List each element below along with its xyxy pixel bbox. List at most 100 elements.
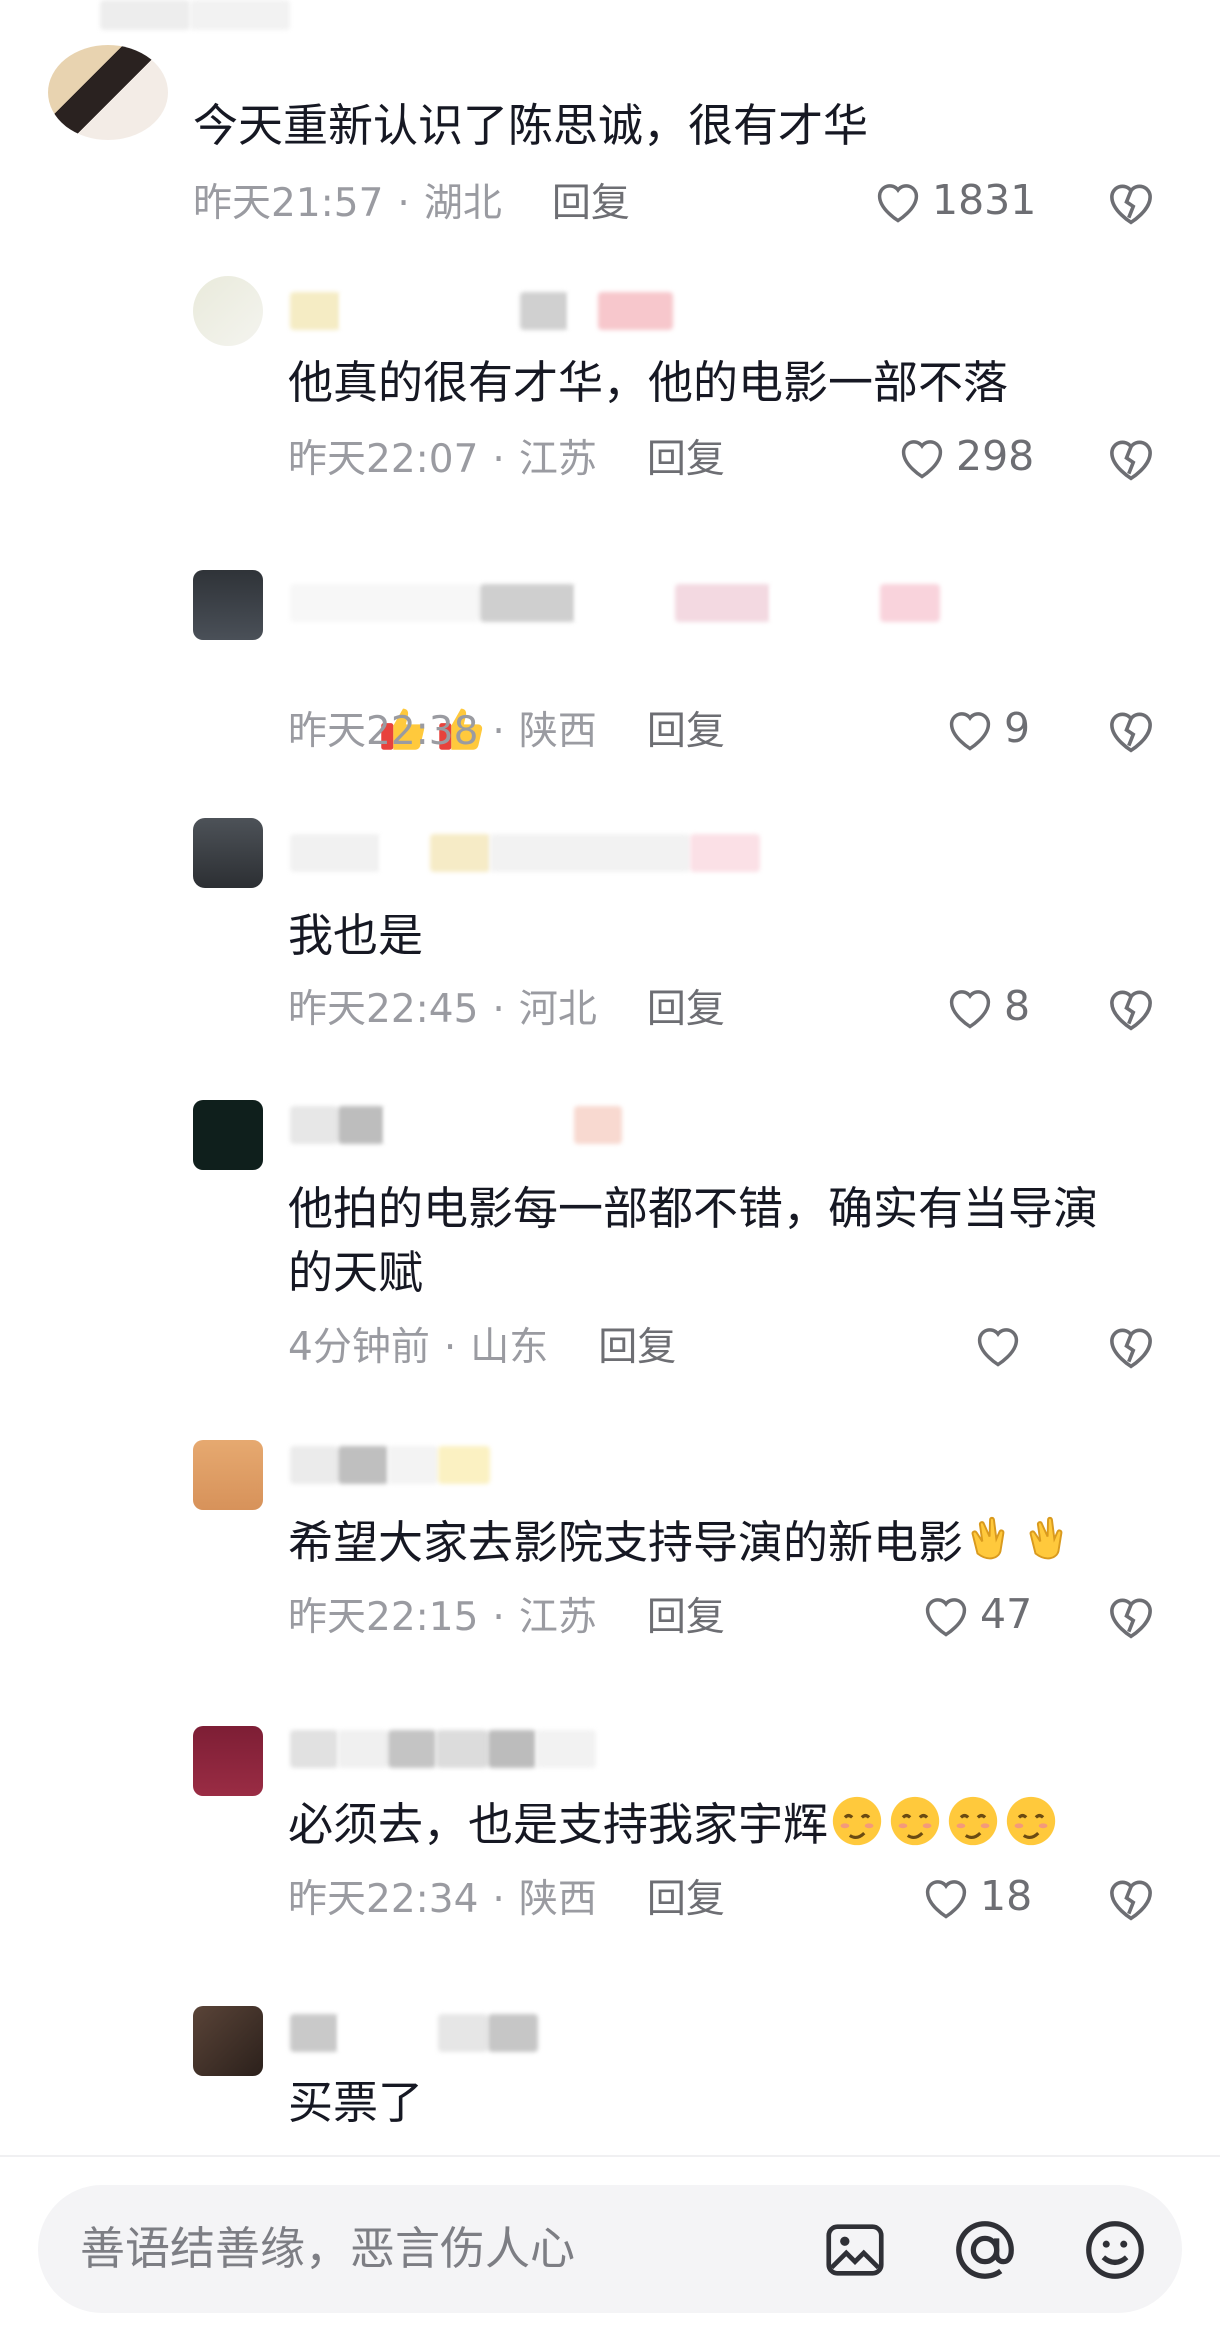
comment-text: 希望大家去影院支持导演的新电影 — [288, 1510, 1079, 1576]
broken-heart-icon[interactable] — [1104, 704, 1158, 754]
comment-time: 昨天21:57 — [193, 181, 384, 226]
separator: · — [492, 437, 505, 482]
shy-emoji — [948, 1796, 998, 1846]
avatar[interactable] — [193, 1100, 263, 1170]
comment-item: 今天重新认识了陈思诚，很有才华 昨天21:57 · 湖北 回复 1831 — [0, 0, 1220, 270]
like-button[interactable]: 9 — [944, 704, 1030, 752]
username-blurred[interactable] — [290, 1446, 490, 1484]
like-button[interactable]: 18 — [920, 1872, 1032, 1920]
broken-heart-icon[interactable] — [1104, 176, 1158, 226]
comment-text: 他真的很有才华，他的电影一部不落 — [288, 356, 1009, 409]
clapping-emoji — [1029, 1516, 1063, 1560]
like-button[interactable]: 8 — [944, 982, 1030, 1030]
comment-text: 我也是 — [288, 909, 424, 962]
avatar[interactable] — [193, 276, 263, 346]
heart-icon — [949, 712, 991, 751]
at-icon[interactable] — [950, 2215, 1020, 2285]
comment-meta: 昨天22:38 · 陕西 回复 — [288, 708, 725, 756]
shy-emoji — [832, 1796, 882, 1846]
comment-text: 必须去，也是支持我家宇辉 — [288, 1792, 1060, 1858]
comment-location: 江苏 — [518, 437, 597, 482]
like-count: 9 — [1004, 704, 1031, 752]
avatar[interactable] — [193, 1726, 263, 1796]
reply-button[interactable]: 回复 — [647, 436, 725, 484]
username-blurred[interactable] — [290, 834, 760, 872]
like-count: 47 — [980, 1590, 1033, 1638]
broken-heart-icon[interactable] — [1104, 982, 1158, 1032]
separator: · — [492, 987, 505, 1032]
username-blurred[interactable] — [290, 584, 940, 622]
comment-meta: 昨天22:45 · 河北 回复 — [288, 986, 725, 1034]
like-count: 8 — [1004, 982, 1031, 1030]
avatar[interactable] — [193, 818, 263, 888]
heart-icon — [925, 1880, 967, 1919]
comment-text-content: 希望大家去影院支持导演的新电影 — [288, 1516, 964, 1569]
username-blurred[interactable] — [290, 292, 673, 330]
username-blurred[interactable] — [290, 1106, 622, 1144]
like-button[interactable]: 298 — [896, 432, 1034, 480]
broken-heart-icon[interactable] — [1104, 1320, 1158, 1370]
heart-icon — [977, 1328, 1019, 1367]
reply-button[interactable]: 回复 — [598, 1324, 676, 1372]
clapping-emoji — [971, 1516, 1005, 1560]
like-count: 298 — [956, 432, 1035, 480]
username-blurred[interactable] — [290, 1730, 596, 1768]
reply-button[interactable]: 回复 — [647, 986, 725, 1034]
username-blurred[interactable] — [290, 2014, 538, 2052]
comment-time: 昨天22:45 — [288, 987, 479, 1032]
comment-list[interactable]: 今天重新认识了陈思诚，很有才华 昨天21:57 · 湖北 回复 1831 他真的… — [0, 0, 1220, 2155]
reply-item: 买票了 — [0, 1970, 1220, 2155]
comment-input-bar: 善语结善缘，恶言伤人心 — [0, 2155, 1220, 2343]
separator: · — [397, 181, 410, 226]
reply-item: 必须去，也是支持我家宇辉 昨天22:34 · 陕西 回复 18 — [0, 1680, 1220, 1970]
comment-text-content: 必须去，也是支持我家宇辉 — [288, 1798, 829, 1851]
reply-button[interactable]: 回复 — [647, 1594, 725, 1642]
comment-text-line1: 他拍的电影每一部都不错，确实有当导演 — [288, 1182, 1099, 1235]
comment-input[interactable]: 善语结善缘，恶言伤人心 — [38, 2185, 1182, 2313]
reply-item: 昨天22:38 · 陕西 回复 9 — [0, 540, 1220, 810]
shy-emoji — [1006, 1796, 1056, 1846]
image-icon[interactable] — [820, 2215, 890, 2285]
reply-item: 他真的很有才华，他的电影一部不落 昨天22:07 · 江苏 回复 298 — [0, 270, 1220, 540]
comment-time: 昨天22:38 — [288, 709, 479, 754]
comment-location: 江苏 — [518, 1595, 597, 1640]
comment-location: 湖北 — [423, 181, 502, 226]
broken-heart-icon[interactable] — [1104, 1872, 1158, 1922]
reply-item: 希望大家去影院支持导演的新电影 昨天22:15 · 江苏 回复 47 — [0, 1410, 1220, 1680]
comment-location: 陕西 — [518, 1877, 597, 1922]
separator: · — [492, 1595, 505, 1640]
broken-heart-icon[interactable] — [1104, 1590, 1158, 1640]
like-button[interactable] — [972, 1320, 1032, 1368]
comment-text-line2: 的天赋 — [288, 1246, 424, 1299]
avatar[interactable] — [48, 45, 168, 140]
like-button[interactable]: 47 — [920, 1590, 1032, 1638]
comment-meta: 昨天22:07 · 江苏 回复 — [288, 436, 725, 484]
input-placeholder: 善语结善缘，恶言伤人心 — [80, 2222, 576, 2275]
reply-item: 他拍的电影每一部都不错，确实有当导演 的天赋 4分钟前 · 山东 回复 — [0, 1080, 1220, 1410]
reply-button[interactable]: 回复 — [552, 180, 630, 228]
like-button[interactable]: 1831 — [872, 176, 1036, 224]
comment-meta: 4分钟前 · 山东 回复 — [288, 1324, 676, 1372]
like-count: 1831 — [932, 176, 1037, 224]
smile-icon[interactable] — [1080, 2215, 1150, 2285]
comment-meta: 昨天22:15 · 江苏 回复 — [288, 1594, 725, 1642]
broken-heart-icon[interactable] — [1104, 432, 1158, 482]
comment-meta: 昨天21:57 · 湖北 回复 — [193, 180, 630, 228]
comment-text: 今天重新认识了陈思诚，很有才华 — [193, 99, 869, 152]
avatar[interactable] — [193, 2006, 263, 2076]
heart-icon — [925, 1598, 967, 1637]
heart-icon — [949, 990, 991, 1029]
comment-time: 昨天22:07 — [288, 437, 479, 482]
avatar[interactable] — [193, 570, 263, 640]
reply-button[interactable]: 回复 — [647, 708, 725, 756]
reply-button[interactable]: 回复 — [647, 1876, 725, 1924]
like-count: 18 — [980, 1872, 1033, 1920]
separator: · — [492, 1877, 505, 1922]
comment-meta: 昨天22:34 · 陕西 回复 — [288, 1876, 725, 1924]
comment-text: 买票了 — [288, 2076, 424, 2129]
avatar[interactable] — [193, 1440, 263, 1510]
username-blurred[interactable] — [100, 0, 290, 38]
comment-time: 昨天22:15 — [288, 1595, 479, 1640]
separator: · — [443, 1325, 457, 1370]
comment-location: 陕西 — [518, 709, 597, 754]
